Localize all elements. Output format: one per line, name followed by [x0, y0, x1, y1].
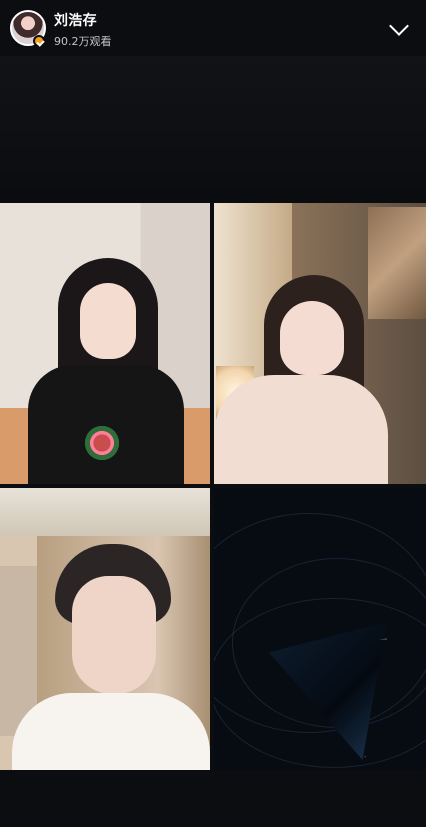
participant-blouse: [214, 375, 388, 484]
stream-bottom-background: [0, 770, 426, 827]
view-count: 90.2万观看: [54, 35, 112, 48]
video-tile-placeholder[interactable]: [214, 488, 426, 770]
verified-badge-icon: [33, 35, 45, 47]
participant-face: [72, 576, 156, 694]
chevron-down-icon[interactable]: [387, 17, 413, 43]
participant-face: [280, 301, 344, 375]
wall-art: [368, 207, 426, 319]
video-tile-participant-2[interactable]: [214, 203, 426, 484]
video-tile-participant-1[interactable]: [0, 203, 210, 484]
video-tile-participant-3[interactable]: [0, 488, 210, 770]
streamer-name[interactable]: 刘浩存: [54, 12, 97, 30]
participant-shirt: [12, 693, 210, 770]
stream-top-background: [0, 56, 426, 202]
ceiling-background: [0, 488, 210, 536]
shirt-print: [82, 423, 122, 463]
live-header: 刘浩存 90.2万观看: [0, 0, 426, 56]
participant-face: [80, 283, 136, 359]
